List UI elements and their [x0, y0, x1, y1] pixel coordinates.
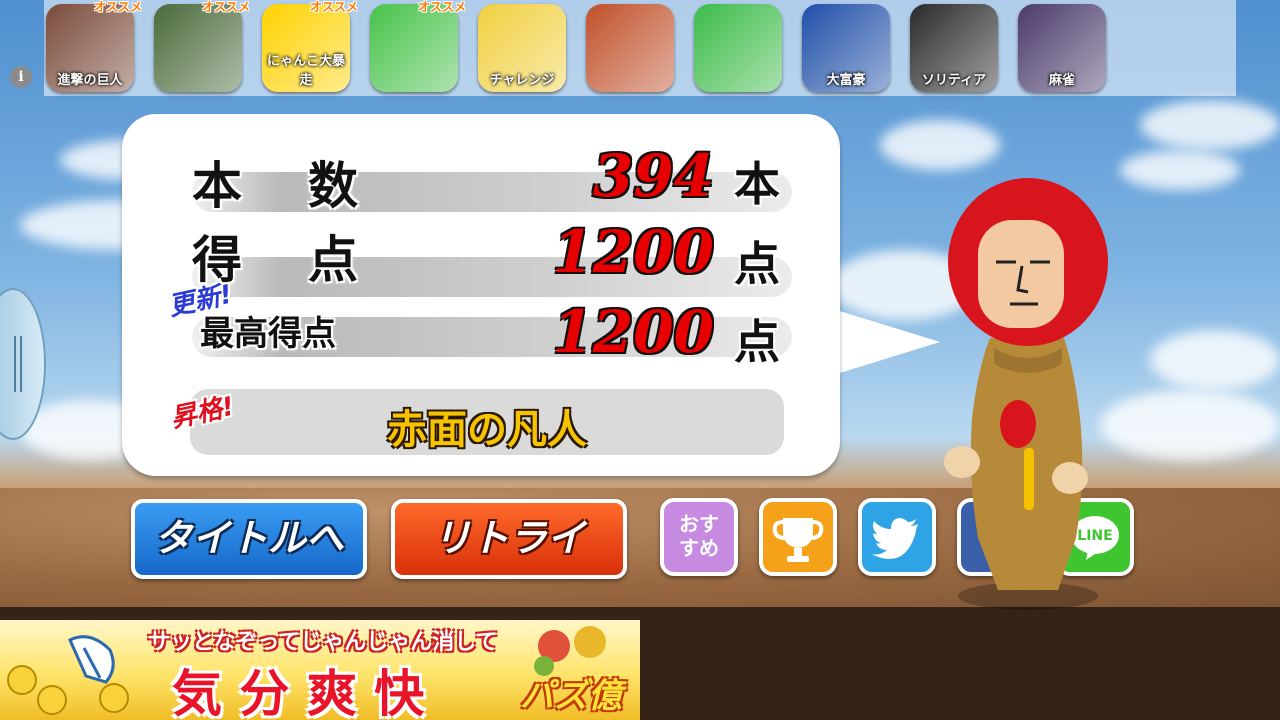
- app-icon-label: チャレンジ: [489, 73, 555, 88]
- ad-big-text: 気 分 爽 快: [172, 664, 425, 720]
- best-score-value: 1200: [552, 298, 714, 366]
- recommend-label: おすすめ: [679, 512, 719, 560]
- recommend-badge: オススメ: [418, 0, 467, 14]
- trophy-icon: [772, 518, 824, 562]
- app-icon-general-icon[interactable]: [154, 4, 242, 92]
- ad-headline: サッとなぞってじゃんじゃん消して: [148, 630, 498, 655]
- twitter-button[interactable]: [858, 498, 936, 576]
- count-unit: 本: [734, 157, 780, 211]
- pointing-hand-icon: [7, 635, 129, 715]
- score-unit: 点: [734, 237, 780, 291]
- app-icon-solitaire-cards-icon[interactable]: ソリティア: [910, 4, 998, 92]
- app-icon-label: ソリティア: [921, 73, 987, 88]
- retry-button[interactable]: リトライ: [391, 499, 627, 579]
- recommend-button[interactable]: おすすめ: [660, 498, 738, 576]
- best-score-label: 最高得点: [200, 314, 336, 354]
- app-icon-running-boy-icon[interactable]: [370, 4, 458, 92]
- red-face-character: [944, 178, 1108, 610]
- twitter-icon: [871, 518, 918, 560]
- recommend-badge: オススメ: [202, 0, 251, 14]
- app-icon-label: 麻雀: [1048, 73, 1075, 88]
- app-icon-mahjong-icon[interactable]: 麻雀: [1018, 4, 1106, 92]
- app-icon-stickman-bike-icon[interactable]: チャレンジ: [478, 4, 566, 92]
- score-value: 1200: [552, 218, 714, 286]
- bubble-tail: [830, 308, 940, 376]
- app-icon-label: 進撃の巨人: [57, 73, 123, 88]
- best-score-unit: 点: [734, 315, 780, 369]
- count-label: 本 数: [192, 156, 366, 215]
- ad-banner[interactable]: サッとなぞってじゃんじゃん消して 気 分 爽 快 パズ億: [0, 620, 640, 720]
- app-icon-cat-icon[interactable]: にゃんこ大暴走: [262, 4, 350, 92]
- recommend-badge: オススメ: [310, 0, 359, 14]
- result-bubble: 本 数 394 本 得 点 1200 点 最高得点 1200 点 更新! 赤面の…: [122, 114, 840, 476]
- app-icon-jungle-girl-icon[interactable]: [586, 4, 674, 92]
- app-icon-label: にゃんこ大暴走: [266, 54, 345, 88]
- app-icon-label: 大富豪: [826, 73, 866, 88]
- count-value: 394: [592, 142, 714, 210]
- title-button[interactable]: タイトルへ: [131, 499, 367, 579]
- app-icon-butterfly-gem-icon[interactable]: [694, 4, 782, 92]
- info-icon[interactable]: i: [10, 66, 32, 88]
- app-icon-titan-icon[interactable]: 進撃の巨人: [46, 4, 134, 92]
- recommend-badge: オススメ: [94, 0, 143, 14]
- rank-title: 赤面の凡人: [387, 406, 587, 453]
- rank-box: 赤面の凡人: [190, 389, 784, 455]
- ad-logo: パズ億: [520, 676, 622, 716]
- ranking-button[interactable]: [759, 498, 837, 576]
- app-icon-playing-cards-icon[interactable]: 大富豪: [802, 4, 890, 92]
